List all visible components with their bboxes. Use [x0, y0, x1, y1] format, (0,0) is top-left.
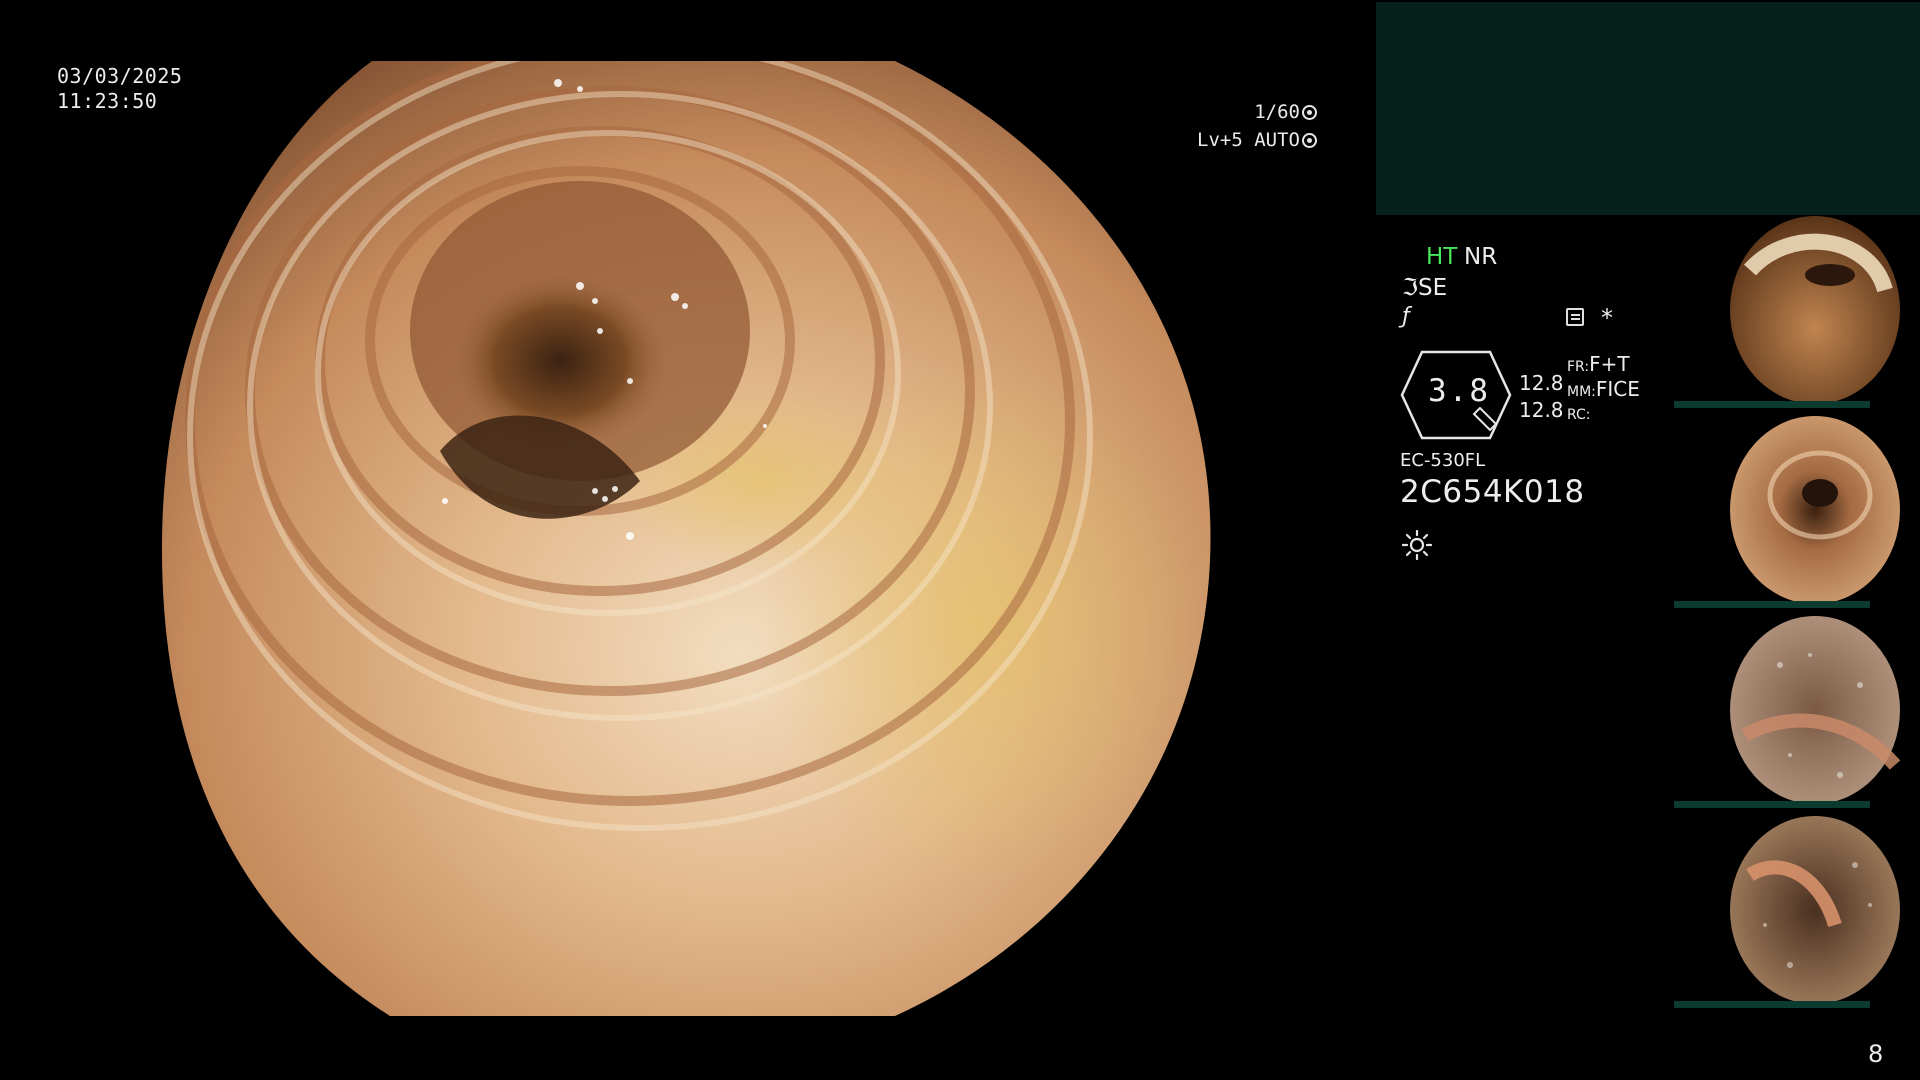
iris-icon — [1302, 133, 1317, 148]
endoscope-main-view — [161, 61, 1211, 1016]
ht-indicator: HT — [1426, 244, 1458, 270]
shutter-icon — [1302, 105, 1317, 120]
thumbnail-3-bar — [1674, 801, 1870, 808]
se-label: SE — [1418, 275, 1448, 301]
thumbnail-4-image — [1730, 816, 1900, 1004]
value-1: 12.8 — [1519, 371, 1564, 395]
se-indicator: ℑSE — [1402, 275, 1447, 301]
thumbnail-2[interactable] — [1670, 415, 1920, 609]
info-panel — [1376, 2, 1920, 215]
scope-model: EC-530FL — [1400, 450, 1486, 471]
value-2: 12.8 — [1519, 398, 1564, 422]
fr-value: F+T — [1589, 352, 1630, 376]
shutter-speed: 1/60 — [1254, 101, 1300, 123]
structure-enhance-icon: ℑ — [1402, 275, 1419, 301]
thumbnail-2-image — [1730, 416, 1900, 604]
thumbnail-2-bar — [1674, 601, 1870, 608]
exposure-readout: 1/60 Lv+5 AUTO — [1197, 98, 1317, 154]
brightness-level: Lv+5 — [1197, 129, 1243, 151]
thumbnail-3[interactable] — [1670, 615, 1920, 809]
fr-row: FR:F+T — [1567, 352, 1630, 376]
scope-serial: 2C654K018 — [1400, 474, 1585, 510]
fr-label: FR: — [1567, 359, 1590, 375]
shutter-line: 1/60 — [1197, 98, 1317, 126]
page-number: 8 — [1868, 1040, 1884, 1068]
thumbnail-4-bar — [1674, 1001, 1870, 1008]
thumbnail-1-image — [1730, 216, 1900, 404]
filter-icon: ƒ — [1402, 304, 1410, 329]
nr-indicator: NR — [1464, 244, 1498, 270]
mm-value: FICE — [1595, 377, 1640, 401]
thumbnail-1-bar — [1674, 401, 1870, 408]
rc-row: RC: — [1567, 404, 1591, 423]
asterisk-icon: * — [1601, 304, 1613, 332]
light-source-icon — [1402, 530, 1432, 560]
iris-mode: AUTO — [1254, 129, 1300, 151]
thumbnail-4[interactable] — [1670, 815, 1920, 1009]
thumbnail-1[interactable] — [1670, 215, 1920, 409]
zoom-value: 3.8 — [1428, 373, 1490, 409]
thumbnail-3-image — [1730, 616, 1901, 804]
level-line: Lv+5 AUTO — [1197, 126, 1317, 154]
mm-row: MM:FICE — [1567, 377, 1640, 401]
menu-icon — [1566, 308, 1584, 326]
rc-label: RC: — [1567, 407, 1591, 423]
mm-label: MM: — [1567, 384, 1596, 400]
